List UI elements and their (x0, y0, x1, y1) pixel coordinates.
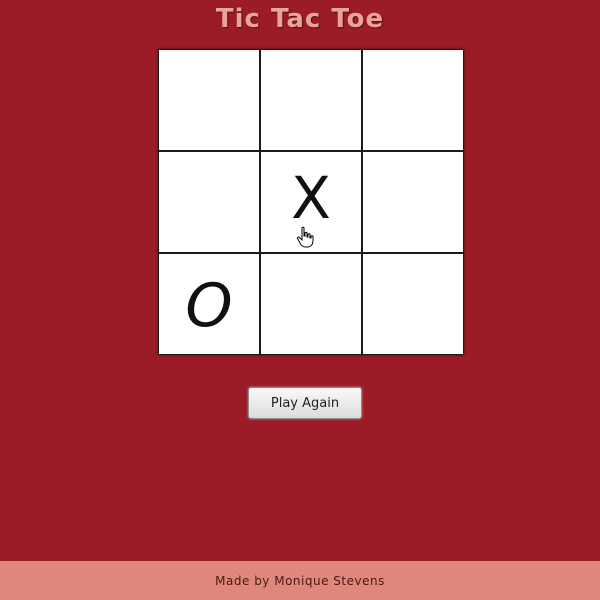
board-cell-1[interactable] (261, 50, 361, 150)
board-cell-4[interactable]: X (261, 152, 361, 252)
board-cell-3[interactable] (159, 152, 259, 252)
board-cell-5[interactable] (363, 152, 463, 252)
board-cell-0[interactable] (159, 50, 259, 150)
board-cell-8[interactable] (363, 254, 463, 354)
board-cell-7[interactable] (261, 254, 361, 354)
footer: Made by Monique Stevens (0, 561, 600, 600)
footer-credit: Made by Monique Stevens (215, 573, 385, 588)
cell-mark-o: O (185, 271, 233, 341)
game-title: Tic Tac Toe (215, 4, 385, 34)
play-again-button[interactable]: Play Again (248, 387, 362, 419)
game-board: X O (158, 49, 464, 355)
board-cell-2[interactable] (363, 50, 463, 150)
cell-mark-x: X (291, 164, 331, 232)
board-cell-6[interactable]: O (159, 254, 259, 354)
